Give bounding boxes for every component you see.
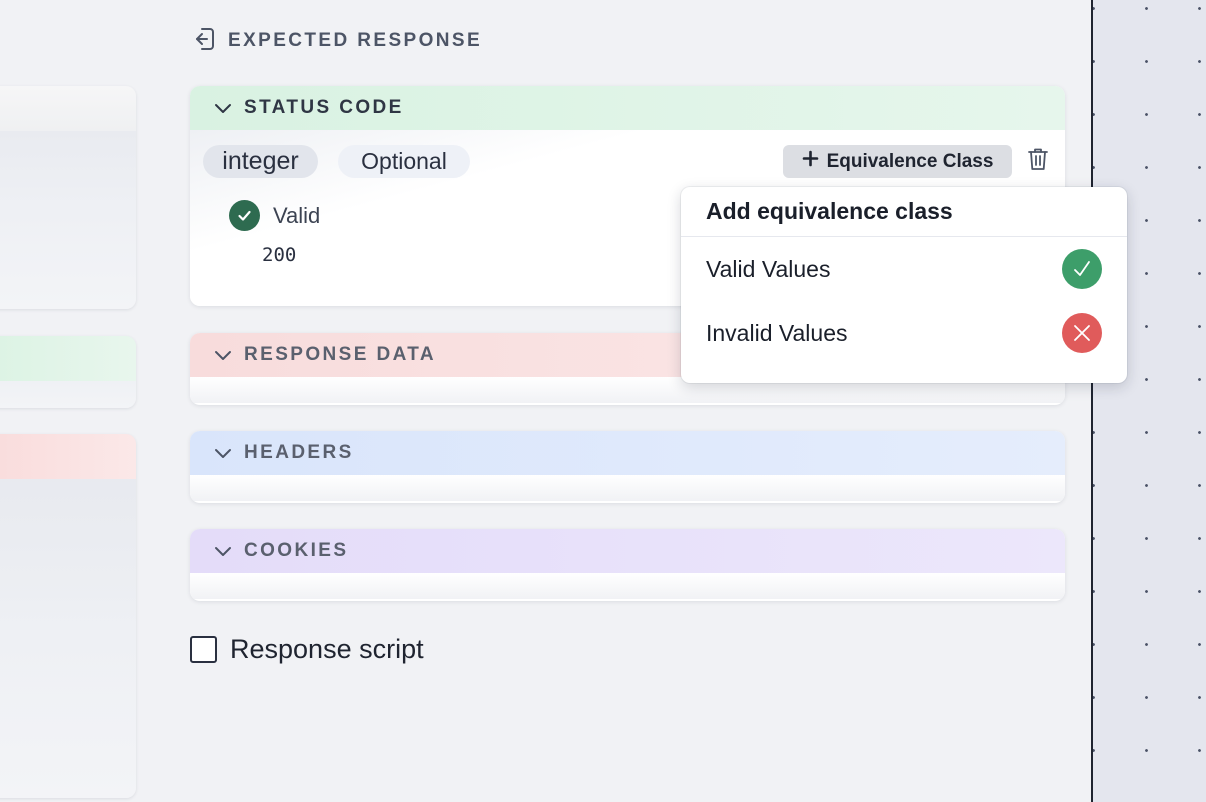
valid-class-row: Valid <box>229 200 320 231</box>
x-circle-icon <box>1062 313 1102 353</box>
menu-item-label: Valid Values <box>706 255 831 282</box>
chevron-down-icon <box>212 536 234 567</box>
cookies-card: COOKIES <box>190 529 1065 601</box>
response-script-label[interactable]: Response script <box>230 634 424 665</box>
response-data-title: RESPONSE DATA <box>244 344 437 365</box>
sign-in-icon <box>190 25 218 58</box>
add-equivalence-class-menu: Add equivalence class Valid Values Inval… <box>681 187 1127 383</box>
menu-item-invalid-values[interactable]: Invalid Values <box>681 301 1127 365</box>
add-equivalence-class-label: Equivalence Class <box>826 150 994 172</box>
status-code-title: STATUS CODE <box>244 97 404 118</box>
chevron-down-icon <box>212 340 234 371</box>
trash-icon <box>1026 146 1050 177</box>
status-code-header[interactable]: STATUS CODE <box>190 86 1065 130</box>
check-circle-icon <box>229 200 260 231</box>
cookies-title: COOKIES <box>244 540 349 561</box>
headers-card: HEADERS <box>190 431 1065 503</box>
section-title: EXPECTED RESPONSE <box>228 30 483 51</box>
add-equivalence-class-button[interactable]: Equivalence Class <box>783 145 1012 178</box>
menu-item-valid-values[interactable]: Valid Values <box>681 237 1127 301</box>
optional-toggle[interactable]: Optional <box>338 145 470 178</box>
response-script-row: Response script <box>190 634 424 665</box>
cookies-header[interactable]: COOKIES <box>190 529 1065 573</box>
valid-value[interactable]: 200 <box>262 244 296 266</box>
delete-button[interactable] <box>1023 145 1053 178</box>
left-card <box>0 336 136 408</box>
chevron-down-icon <box>212 93 234 124</box>
menu-title: Add equivalence class <box>681 187 1127 237</box>
check-circle-icon <box>1062 249 1102 289</box>
left-card <box>0 434 136 798</box>
response-script-checkbox[interactable] <box>190 636 217 663</box>
left-card <box>0 86 136 309</box>
chevron-down-icon <box>212 438 234 469</box>
left-column <box>0 0 137 802</box>
plus-icon <box>802 150 819 173</box>
type-badge: integer <box>203 145 318 178</box>
canvas-panel[interactable] <box>1091 0 1206 802</box>
expected-response-header: EXPECTED RESPONSE <box>190 27 482 55</box>
headers-header[interactable]: HEADERS <box>190 431 1065 475</box>
valid-class-label: Valid <box>273 202 321 228</box>
headers-title: HEADERS <box>244 442 354 463</box>
menu-item-label: Invalid Values <box>706 319 848 346</box>
